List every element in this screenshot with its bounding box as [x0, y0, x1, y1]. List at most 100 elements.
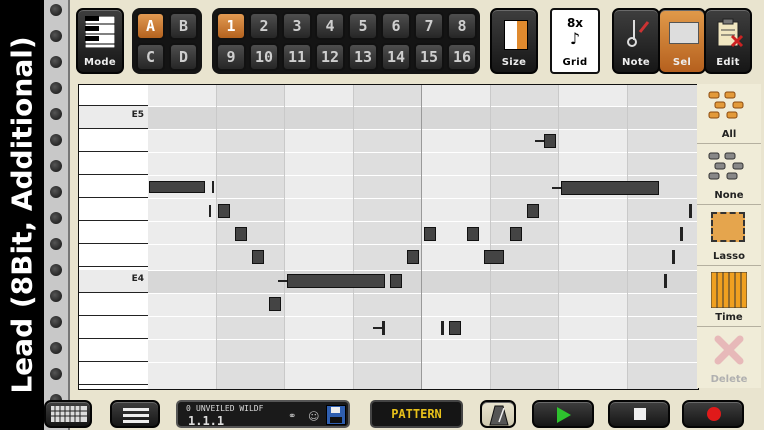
grid-beat-band — [216, 85, 284, 389]
song-index: 0 — [186, 404, 191, 413]
binder-rings — [44, 0, 70, 430]
note-block[interactable] — [212, 181, 214, 193]
note-block[interactable] — [689, 204, 692, 218]
note-block[interactable] — [287, 274, 385, 288]
note-block[interactable] — [209, 205, 211, 217]
metronome-button[interactable] — [480, 400, 516, 428]
note-block[interactable] — [235, 227, 247, 241]
piano-key[interactable] — [79, 221, 148, 244]
piano-key[interactable] — [79, 362, 148, 385]
note-block[interactable] — [441, 321, 444, 335]
pattern-mode-button[interactable]: PATTERN — [370, 400, 463, 428]
note-block[interactable] — [449, 321, 461, 335]
note-block[interactable] — [527, 204, 539, 218]
selection-icon — [669, 22, 699, 44]
edit-button[interactable]: Edit — [704, 8, 752, 74]
note-block[interactable] — [390, 274, 402, 288]
grid-line — [148, 339, 698, 340]
record-button[interactable] — [682, 400, 744, 428]
note-grid[interactable] — [148, 85, 698, 389]
step-8-button[interactable]: 8 — [447, 12, 477, 40]
selection-tools: All None Lasso Time Delete — [697, 84, 761, 388]
pattern-a-button[interactable]: A — [136, 12, 165, 40]
note-block[interactable] — [269, 297, 281, 311]
note-block[interactable] — [672, 250, 675, 264]
save-icon[interactable] — [326, 405, 346, 425]
note-button[interactable]: Note — [612, 8, 660, 74]
pattern-b-button[interactable]: B — [169, 12, 198, 40]
delete-x-icon — [714, 335, 744, 365]
note-block[interactable] — [544, 134, 556, 148]
note-block[interactable] — [252, 250, 264, 264]
piano-key[interactable] — [79, 244, 148, 267]
song-display[interactable]: 0 UNVEILED WILDF 1.1.1 ⚭ ☺ — [176, 400, 350, 428]
binder-hole — [50, 212, 62, 224]
piano-key[interactable] — [79, 152, 148, 175]
play-button[interactable] — [532, 400, 594, 428]
keyboard-button[interactable] — [44, 400, 92, 428]
smiley-icon: ☺ — [308, 410, 320, 423]
step-2-button[interactable]: 2 — [249, 12, 279, 40]
key-label-e5: E5 — [131, 110, 144, 120]
note-block[interactable] — [149, 181, 205, 193]
lasso-button[interactable]: Lasso — [697, 206, 761, 266]
note-block[interactable] — [664, 274, 667, 288]
pattern-d-button[interactable]: D — [169, 43, 198, 71]
step-12-button[interactable]: 12 — [315, 43, 345, 71]
piano-key[interactable] — [79, 316, 148, 339]
piano-key-e5[interactable]: E5 — [79, 106, 148, 129]
note-block[interactable] — [510, 227, 522, 241]
step-7-button[interactable]: 7 — [414, 12, 444, 40]
grid-line — [148, 129, 698, 130]
mode-button[interactable]: Mode — [76, 8, 124, 74]
piano-key[interactable] — [79, 85, 148, 106]
stop-button[interactable] — [608, 400, 670, 428]
note-block[interactable] — [561, 181, 659, 195]
step-13-button[interactable]: 13 — [348, 43, 378, 71]
note-block[interactable] — [218, 204, 230, 218]
window-title-strip: Lead (8Bit, Additional) — [0, 0, 44, 430]
step-6-button[interactable]: 6 — [381, 12, 411, 40]
step-9-button[interactable]: 9 — [216, 43, 246, 71]
time-button[interactable]: Time — [697, 267, 761, 327]
menu-button[interactable] — [110, 400, 160, 428]
step-5-button[interactable]: 5 — [348, 12, 378, 40]
piano-key[interactable] — [79, 198, 148, 221]
binder-hole — [50, 134, 62, 146]
binder-hole — [50, 186, 62, 198]
note-block[interactable] — [407, 250, 419, 264]
pattern-c-button[interactable]: C — [136, 43, 165, 71]
note-pencil-icon — [627, 20, 650, 47]
select-button[interactable]: Sel — [658, 8, 706, 74]
grid-button[interactable]: 8x ♪ Grid — [550, 8, 600, 74]
note-block[interactable] — [484, 250, 504, 264]
step-15-button[interactable]: 15 — [414, 43, 444, 71]
piano-key[interactable] — [79, 293, 148, 316]
piano-key[interactable] — [79, 175, 148, 198]
step-14-button[interactable]: 14 — [381, 43, 411, 71]
piano-roll[interactable]: E5 E4 — [78, 84, 699, 390]
edit-label: Edit — [716, 57, 740, 68]
window-title: Lead (8Bit, Additional) — [5, 36, 39, 394]
piano-key[interactable] — [79, 339, 148, 362]
step-group: 1 2 3 4 5 6 7 8 9 10 11 12 13 14 15 16 — [212, 8, 480, 74]
piano-key-e4[interactable]: E4 — [79, 270, 148, 293]
select-all-button[interactable]: All — [697, 84, 761, 144]
binder-hole — [50, 56, 62, 68]
step-3-button[interactable]: 3 — [282, 12, 312, 40]
step-1-button[interactable]: 1 — [216, 12, 246, 40]
step-10-button[interactable]: 10 — [249, 43, 279, 71]
step-11-button[interactable]: 11 — [282, 43, 312, 71]
note-block[interactable] — [680, 227, 683, 241]
select-none-button[interactable]: None — [697, 145, 761, 205]
step-4-button[interactable]: 4 — [315, 12, 345, 40]
delete-button[interactable]: Delete — [697, 328, 761, 388]
note-block[interactable] — [382, 321, 385, 335]
piano-keys[interactable]: E5 E4 — [79, 85, 148, 389]
grid-beat-band — [490, 85, 558, 389]
piano-key[interactable] — [79, 129, 148, 152]
note-block[interactable] — [424, 227, 436, 241]
step-16-button[interactable]: 16 — [447, 43, 477, 71]
note-block[interactable] — [467, 227, 479, 241]
size-button[interactable]: Size — [490, 8, 538, 74]
